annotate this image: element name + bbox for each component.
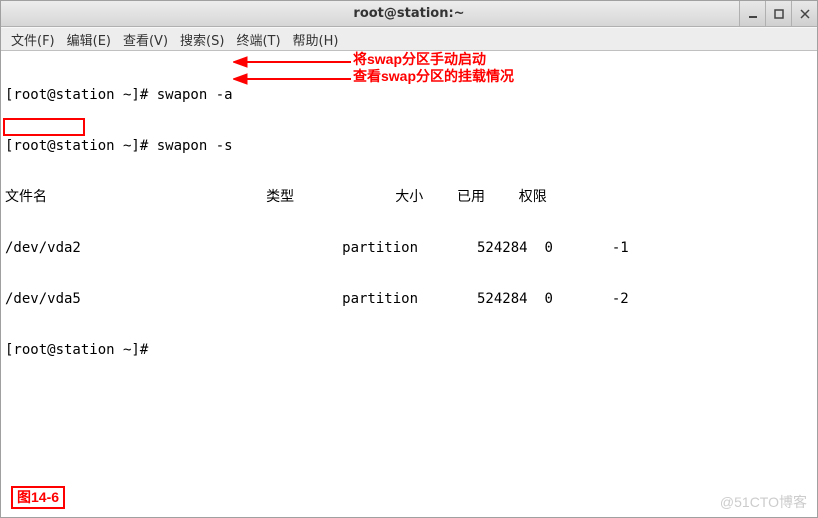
- menu-help[interactable]: 帮助(H): [287, 30, 345, 49]
- menubar: 文件(F) 编辑(E) 查看(V) 搜索(S) 终端(T) 帮助(H): [1, 27, 817, 51]
- menu-view[interactable]: 查看(V): [117, 30, 174, 49]
- minimize-icon: [748, 9, 758, 19]
- menu-edit[interactable]: 编辑(E): [61, 30, 117, 49]
- menu-terminal[interactable]: 终端(T): [230, 30, 286, 49]
- terminal-line: [root@station ~]# swapon -s: [5, 138, 813, 155]
- menu-file[interactable]: 文件(F): [5, 30, 61, 49]
- menu-search[interactable]: 搜索(S): [174, 30, 230, 49]
- highlight-box: [3, 118, 85, 136]
- titlebar: root@station:~: [1, 1, 817, 27]
- window-controls: [739, 1, 817, 26]
- terminal-line: [root@station ~]# swapon -a: [5, 87, 813, 104]
- terminal-line: [root@station ~]#: [5, 342, 813, 359]
- watermark: @51CTO博客: [720, 494, 807, 511]
- figure-label: 图14-6: [11, 486, 65, 509]
- maximize-icon: [774, 9, 784, 19]
- maximize-button[interactable]: [765, 1, 791, 26]
- terminal-line: 文件名 类型 大小 已用 权限: [5, 189, 813, 206]
- window-title: root@station:~: [1, 6, 817, 21]
- terminal-area[interactable]: [root@station ~]# swapon -a [root@statio…: [1, 51, 817, 517]
- close-button[interactable]: [791, 1, 817, 26]
- annotation-text: 查看swap分区的挂载情况: [353, 68, 514, 85]
- arrow-icon: [233, 55, 353, 69]
- arrow-icon: [233, 72, 353, 86]
- minimize-button[interactable]: [739, 1, 765, 26]
- terminal-line: /dev/vda2 partition 524284 0 -1: [5, 240, 813, 257]
- close-icon: [800, 9, 810, 19]
- terminal-window: root@station:~ 文件(F) 编辑(E) 查看(V) 搜索(S) 终…: [0, 0, 818, 518]
- terminal-line: /dev/vda5 partition 524284 0 -2: [5, 291, 813, 308]
- annotation-text: 将swap分区手动启动: [353, 51, 486, 68]
